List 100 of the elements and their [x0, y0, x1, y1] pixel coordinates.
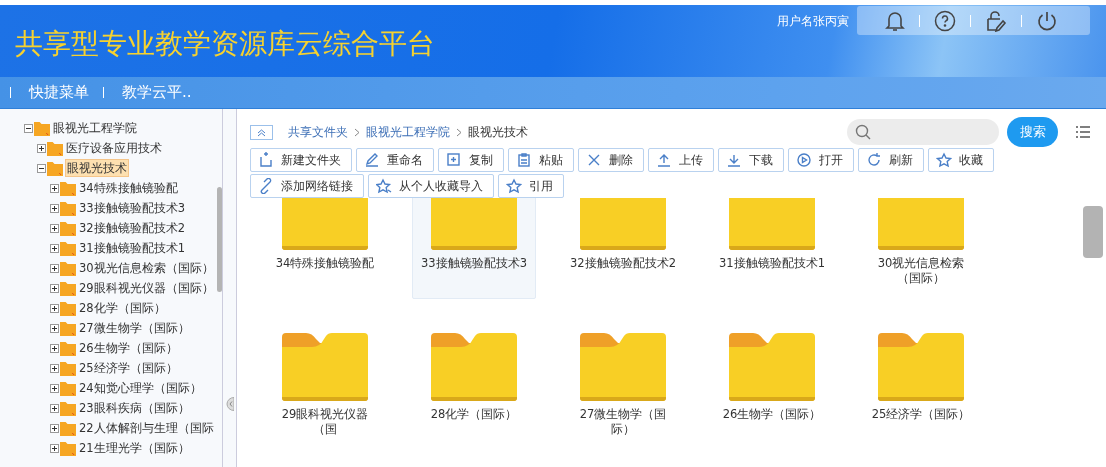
- folder-icon: [729, 198, 815, 250]
- toolbar-button[interactable]: 重命名: [356, 148, 434, 172]
- toolbar-button[interactable]: 打开: [788, 148, 854, 172]
- folder-icon: [60, 180, 76, 196]
- folder-item[interactable]: 26生物学（国际）: [710, 326, 834, 450]
- play-icon: [796, 152, 812, 168]
- folder-item[interactable]: 32接触镜验配技术2: [561, 198, 685, 299]
- toolbar-button[interactable]: 下载: [718, 148, 784, 172]
- bell-icon[interactable]: [885, 9, 905, 32]
- expand-toggle-icon[interactable]: [50, 423, 59, 433]
- toolbar-button[interactable]: 刷新: [858, 148, 924, 172]
- tree-item[interactable]: 22人体解剖与生理（国际: [78, 420, 215, 436]
- expand-toggle-icon[interactable]: [50, 383, 59, 393]
- lock-edit-icon[interactable]: [985, 9, 1007, 32]
- folder-icon: [282, 333, 368, 401]
- expand-toggle-icon[interactable]: [50, 443, 59, 453]
- plus-square-icon: [446, 152, 462, 168]
- scrollbar-thumb[interactable]: [217, 187, 222, 292]
- search-field[interactable]: [847, 119, 999, 145]
- scrollbar-thumb[interactable]: [1083, 206, 1103, 258]
- toolbar-button[interactable]: 从个人收藏导入: [368, 174, 494, 198]
- toolbar-button[interactable]: 粘贴: [508, 148, 574, 172]
- tree-item[interactable]: 眼视光技术: [65, 159, 129, 177]
- expand-toggle-icon[interactable]: [50, 363, 59, 373]
- expand-toggle-icon[interactable]: [50, 283, 59, 293]
- expand-toggle-icon[interactable]: [50, 203, 59, 213]
- folder-item[interactable]: 31接触镜验配技术1: [710, 198, 834, 299]
- folder-icon: [60, 260, 76, 276]
- download-icon: [726, 152, 742, 168]
- folder-item[interactable]: 25经济学（国际）: [859, 326, 983, 450]
- collapse-up-button[interactable]: [250, 124, 273, 140]
- expand-toggle-icon[interactable]: [50, 303, 59, 313]
- folder-icon: [34, 120, 50, 136]
- expand-toggle-icon[interactable]: [50, 343, 59, 353]
- folder-icon: [60, 400, 76, 416]
- tree-item[interactable]: 23眼科疾病（国际）: [78, 400, 191, 416]
- toolbar-button[interactable]: 添加网络链接: [250, 174, 364, 198]
- help-icon[interactable]: [934, 9, 956, 32]
- folder-item[interactable]: 33接触镜验配技术3: [412, 198, 536, 299]
- folder-icon: [60, 320, 76, 336]
- expand-toggle-icon[interactable]: [50, 323, 59, 333]
- tree-item[interactable]: 27微生物学（国际）: [78, 320, 191, 336]
- folder-icon: [878, 333, 964, 401]
- tree-item[interactable]: 34特殊接触镜验配: [78, 180, 179, 196]
- tree-item[interactable]: 29眼科视光仪器（国际）: [78, 280, 215, 296]
- folder-item[interactable]: 28化学（国际）: [412, 326, 536, 450]
- chevron-right-icon: [456, 127, 462, 137]
- folder-icon: [729, 333, 815, 401]
- pencil-icon: [364, 152, 380, 168]
- folder-icon: [878, 198, 964, 250]
- breadcrumb-link[interactable]: 眼视光技术: [468, 123, 528, 141]
- tree-item[interactable]: 21生理光学（国际）: [78, 440, 191, 456]
- folder-item[interactable]: 27微生物学（国际）: [561, 326, 685, 450]
- list-view-icon[interactable]: [1076, 126, 1090, 138]
- tree-item[interactable]: 33接触镜验配技术3: [78, 200, 186, 216]
- expand-toggle-icon[interactable]: [50, 263, 59, 273]
- tree-item[interactable]: 28化学（国际）: [78, 300, 167, 316]
- collapse-toggle-icon[interactable]: [37, 163, 46, 173]
- breadcrumb-link[interactable]: 眼视光工程学院: [366, 123, 450, 141]
- collapse-handle-icon[interactable]: [225, 397, 234, 411]
- toolbar-button[interactable]: 删除: [578, 148, 644, 172]
- expand-toggle-icon[interactable]: [50, 403, 59, 413]
- toolbar-button[interactable]: 收藏: [928, 148, 994, 172]
- tree-item[interactable]: 26生物学（国际）: [78, 340, 179, 356]
- expand-toggle-icon[interactable]: [50, 243, 59, 253]
- folder-icon: [60, 380, 76, 396]
- folder-icon: [580, 333, 666, 401]
- power-icon[interactable]: [1036, 9, 1058, 32]
- chevron-right-icon: [354, 127, 360, 137]
- expand-toggle-icon[interactable]: [37, 143, 46, 153]
- tree-item[interactable]: 25经济学（国际）: [78, 360, 179, 376]
- upload-icon: [656, 152, 672, 168]
- star-icon: [936, 152, 952, 168]
- username-label: 用户名张丙寅: [777, 13, 849, 30]
- folder-item[interactable]: 34特殊接触镜验配: [263, 198, 387, 299]
- tree-item[interactable]: 32接触镜验配技术2: [78, 220, 186, 236]
- folder-icon: [60, 220, 76, 236]
- star-icon: [506, 178, 522, 194]
- tree-item[interactable]: 医疗设备应用技术: [65, 140, 163, 156]
- folder-item[interactable]: 30视光信息检索（国际）: [859, 198, 983, 299]
- folder-icon: [47, 160, 63, 176]
- expand-toggle-icon[interactable]: [50, 223, 59, 233]
- refresh-icon: [866, 152, 882, 168]
- toolbar-button[interactable]: 新建文件夹: [250, 148, 352, 172]
- toolbar-button[interactable]: 复制: [438, 148, 504, 172]
- collapse-toggle-icon[interactable]: [24, 123, 33, 133]
- platform-title: 共享型专业教学资源库云综合平台: [15, 27, 435, 61]
- expand-toggle-icon[interactable]: [50, 183, 59, 193]
- tree-item[interactable]: 眼视光工程学院: [52, 120, 138, 136]
- folder-icon: [60, 420, 76, 436]
- folder-item[interactable]: 29眼科视光仪器（国: [263, 326, 387, 450]
- tree-item[interactable]: 31接触镜验配技术1: [78, 240, 186, 256]
- tree-item[interactable]: 30视光信息检索（国际）: [78, 260, 215, 276]
- breadcrumb-link[interactable]: 共享文件夹: [288, 123, 348, 141]
- folder-icon: [60, 280, 76, 296]
- tree-item[interactable]: 24知觉心理学（国际）: [78, 380, 203, 396]
- folder-icon: [60, 200, 76, 216]
- toolbar-button[interactable]: 上传: [648, 148, 714, 172]
- folder-icon: [60, 340, 76, 356]
- toolbar-button[interactable]: 引用: [498, 174, 564, 198]
